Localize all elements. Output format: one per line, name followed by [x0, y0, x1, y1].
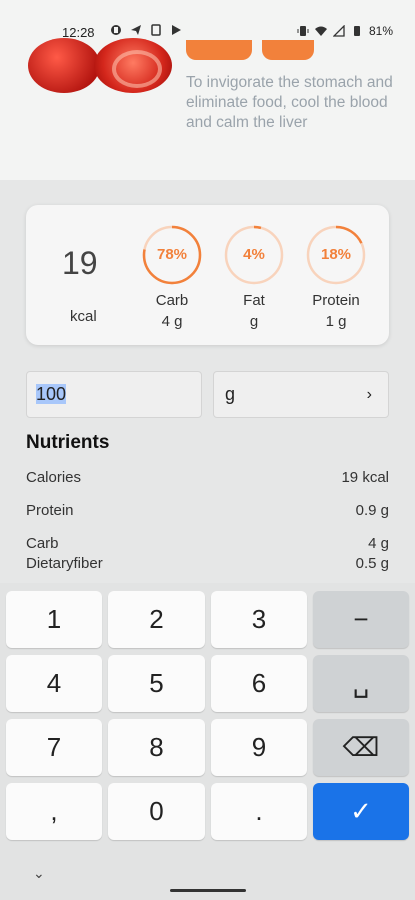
fat-percent: 4% — [243, 246, 265, 263]
key-7[interactable]: 7 — [6, 719, 102, 776]
play-icon — [172, 25, 181, 35]
protein-ring: 18% — [306, 225, 366, 285]
numeric-keyboard: 1 2 3 − 4 5 6 ␣ 7 8 9 ⌫ , 0 . ✓ — [0, 583, 415, 900]
unit-value: g — [225, 384, 236, 404]
battery-level: 81% — [368, 24, 393, 38]
nutrient-name: Dietaryfiber — [26, 555, 103, 572]
key-8[interactable]: 8 — [108, 719, 205, 776]
nutrient-value: 4 g — [368, 535, 389, 552]
protein-label: Protein — [312, 292, 360, 309]
key-2[interactable]: 2 — [108, 591, 205, 648]
nutrient-name: Calories — [26, 469, 82, 486]
nutrients-title: Nutrients — [26, 432, 110, 453]
period-key[interactable]: . — [211, 783, 307, 840]
hide-keyboard-icon[interactable]: ⌄ — [33, 865, 45, 882]
fat-label: Fat — [243, 292, 265, 309]
status-time: 12:28 — [62, 25, 95, 40]
key-1[interactable]: 1 — [6, 591, 102, 648]
fat-amount: g — [249, 313, 259, 330]
carb-ring: 78% — [142, 225, 202, 285]
unit-select[interactable]: g › — [213, 371, 389, 418]
key-3[interactable]: 3 — [211, 591, 307, 648]
battery-icon — [353, 26, 360, 36]
wifi-icon — [314, 26, 327, 36]
nutrient-value: 0.5 g — [355, 555, 389, 572]
comma-key[interactable]: , — [6, 783, 102, 840]
carb-amount: 4 g — [161, 313, 183, 330]
card-icon — [151, 24, 161, 36]
done-key[interactable]: ✓ — [313, 783, 409, 840]
signal-icon — [332, 25, 345, 37]
protein-percent: 18% — [320, 246, 352, 263]
nutrient-value: 19 kcal — [341, 469, 389, 486]
key-9[interactable]: 9 — [211, 719, 307, 776]
amount-value: 100 — [36, 384, 67, 404]
amount-input[interactable]: 100 — [26, 371, 202, 418]
key-4[interactable]: 4 — [6, 655, 102, 712]
space-key[interactable]: ␣ — [313, 655, 409, 712]
app-icon — [111, 25, 121, 35]
key-5[interactable]: 5 — [108, 655, 205, 712]
nutrient-name: Protein — [26, 502, 74, 519]
carb-label: Carb — [155, 292, 189, 309]
fat-ring: 4% — [224, 225, 284, 285]
key-0[interactable]: 0 — [108, 783, 205, 840]
nutrient-value: 0.9 g — [355, 502, 389, 519]
key-6[interactable]: 6 — [211, 655, 307, 712]
nutrient-name: Carb — [26, 535, 59, 552]
minus-key[interactable]: − — [313, 591, 409, 648]
kcal-unit: kcal — [70, 308, 97, 325]
chevron-right-icon: › — [366, 386, 372, 403]
status-bar: 12:28 81% — [0, 0, 415, 60]
navigation-handle[interactable] — [170, 889, 246, 892]
send-icon — [131, 25, 141, 35]
protein-amount: 1 g — [325, 313, 347, 330]
vibrate-icon — [297, 26, 309, 36]
nutrition-summary-card: 19 kcal 78% Carb 4 g 4% Fat g 18% Protei… — [26, 205, 389, 345]
backspace-key[interactable]: ⌫ — [313, 719, 409, 776]
carb-percent: 78% — [156, 246, 188, 263]
food-description: To invigorate the stomach and eliminate … — [186, 74, 393, 131]
kcal-value: 19 — [62, 245, 98, 281]
